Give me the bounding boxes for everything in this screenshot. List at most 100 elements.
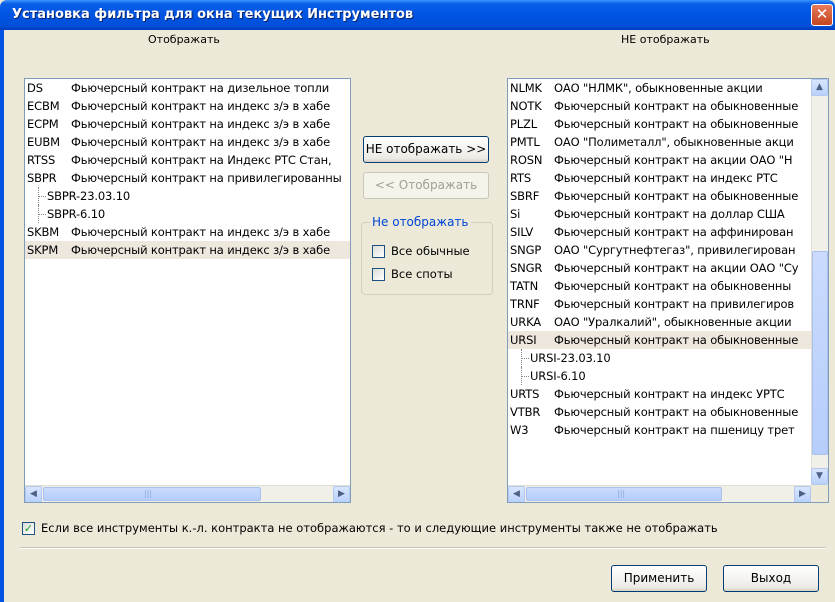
instrument-description: Фьючерсный контракт на акции ОАО "Су: [554, 261, 799, 275]
list-item[interactable]: SKPM Фьючерсный контракт на индекс з/э в …: [25, 241, 350, 259]
close-button[interactable]: ✕: [811, 4, 833, 26]
hidden-instruments-list[interactable]: NLMK ОАО "НЛМК", обыкновенные акции NOTK Фь…: [507, 78, 829, 503]
list-item[interactable]: SNGR Фьючерсный контракт на акции ОАО "Су: [508, 259, 811, 277]
list-item[interactable]: ECPM Фьючерсный контракт на индекс з/э в …: [25, 115, 350, 133]
instrument-description: Фьючерсный контракт на индекс з/э в хабе: [71, 135, 330, 149]
instrument-description: Фьючерсный контракт на привилегиров: [554, 297, 794, 311]
instrument-code: W3: [510, 423, 529, 437]
list-item[interactable]: W3 Фьючерсный контракт на пшеницу трет: [508, 421, 811, 439]
instrument-code: URSI-23.03.10: [530, 351, 611, 365]
hidden-list-hscrollbar[interactable]: ◀ ||| ▶: [508, 485, 811, 502]
hidden-list-vscrollbar[interactable]: ▲ ▼: [811, 79, 828, 485]
close-icon: ✕: [815, 5, 829, 23]
instrument-description: Фьючерсный контракт на акции ОАО "Н: [554, 153, 793, 167]
footer-divider: [20, 547, 826, 549]
list-item[interactable]: DS Фьючерсный контракт на дизельное топли: [25, 79, 350, 97]
instrument-code: NLMK: [510, 81, 542, 95]
tree-child-item[interactable]: SBPR-6.10: [25, 205, 350, 223]
instrument-code: VTBR: [510, 405, 541, 419]
instrument-code: PLZL: [510, 117, 538, 131]
list-item[interactable]: SILV Фьючерсный контракт на аффинирован: [508, 223, 811, 241]
list-item[interactable]: PLZL Фьючерсный контракт на обыкновенные: [508, 115, 811, 133]
instrument-description: Фьючерсный контракт на индекс РТС: [554, 171, 778, 185]
list-item[interactable]: SBPR Фьючерсный контракт на привилегирова…: [25, 169, 350, 187]
instrument-code: RTS: [510, 171, 532, 185]
instrument-code: SKPM: [27, 243, 59, 257]
exit-button[interactable]: Выход: [723, 565, 819, 592]
tree-child-item[interactable]: URSI-23.03.10: [508, 349, 811, 367]
tree-child-item[interactable]: SBPR-23.03.10: [25, 187, 350, 205]
list-item[interactable]: SNGP ОАО "Сургутнефтегаз", привилегирован: [508, 241, 811, 259]
instrument-description: Фьючерсный контракт на обыкновенные: [554, 189, 799, 203]
all-regular-label: Все обычные: [391, 244, 470, 258]
scroll-right-icon[interactable]: ▶: [794, 486, 811, 502]
list-item[interactable]: EUBM Фьючерсный контракт на индекс з/э в …: [25, 133, 350, 151]
hidden-list-label: НЕ отображать: [621, 33, 710, 46]
scroll-left-icon[interactable]: ◀: [508, 486, 525, 502]
all-regular-checkbox[interactable]: [372, 244, 385, 258]
hscroll-thumb[interactable]: |||: [43, 487, 261, 501]
instrument-description: Фьючерсный контракт на индекс з/э в хабе: [71, 99, 330, 113]
list-item[interactable]: ECBM Фьючерсный контракт на индекс з/э в …: [25, 97, 350, 115]
scroll-down-icon[interactable]: ▼: [811, 468, 828, 485]
show-button[interactable]: << Отображать: [363, 172, 489, 199]
all-regular-option[interactable]: Все обычные: [372, 244, 470, 258]
list-item[interactable]: SKBM Фьючерсный контракт на индекс з/э в …: [25, 223, 350, 241]
instrument-description: Фьючерсный контракт на дизельное топли: [71, 81, 330, 95]
tree-child-item[interactable]: URSI-6.10: [508, 367, 811, 385]
scroll-up-icon[interactable]: ▲: [811, 79, 828, 96]
list-item[interactable]: URTS Фьючерсный контракт на индекс УРТС: [508, 385, 811, 403]
list-item[interactable]: VTBR Фьючерсный контракт на обыкновенные: [508, 403, 811, 421]
list-item[interactable]: TRNF Фьючерсный контракт на привилегиров: [508, 295, 811, 313]
instrument-code: SILV: [510, 225, 534, 239]
scroll-right-icon[interactable]: ▶: [333, 486, 350, 502]
instrument-code: SNGR: [510, 261, 543, 275]
list-item[interactable]: PMTL ОАО "Полиметалл", обыкновенные акци: [508, 133, 811, 151]
list-item[interactable]: NLMK ОАО "НЛМК", обыкновенные акции: [508, 79, 811, 97]
window-frame: [0, 30, 4, 602]
title-bar[interactable]: Установка фильтра для окна текущих Инстр…: [0, 0, 835, 30]
instrument-code: URSI: [510, 333, 537, 347]
instrument-description: Фьючерсный контракт на пшеницу трет: [554, 423, 795, 437]
instrument-description: Фьючерсный контракт на Индекс РТС Стан,: [71, 153, 332, 167]
list-item[interactable]: URKA ОАО "Уралкалий", обыкновенные акции: [508, 313, 811, 331]
instrument-code: NOTK: [510, 99, 542, 113]
all-spots-label: Все споты: [391, 267, 453, 281]
instrument-code: TRNF: [510, 297, 540, 311]
apply-button[interactable]: Применить: [611, 565, 707, 592]
instrument-code: SBPR-6.10: [47, 207, 106, 221]
list-item[interactable]: NOTK Фьючерсный контракт на обыкновенные: [508, 97, 811, 115]
shown-list-hscrollbar[interactable]: ◀ ||| ▶: [25, 485, 350, 502]
instrument-description: ОАО "Сургутнефтегаз", привилегирован: [554, 243, 796, 257]
shown-instruments-list[interactable]: DS Фьючерсный контракт на дизельное топли…: [24, 78, 351, 503]
instrument-description: Фьючерсный контракт на индекс з/э в хабе: [71, 243, 330, 257]
hscroll-thumb[interactable]: |||: [526, 487, 722, 501]
list-item[interactable]: ROSN Фьючерсный контракт на акции ОАО "Н: [508, 151, 811, 169]
grip-icon: |||: [617, 489, 626, 498]
hide-following-option[interactable]: ✓ Если все инструменты к.-л. контракта н…: [22, 521, 718, 535]
all-spots-checkbox[interactable]: [372, 267, 385, 281]
instrument-code: PMTL: [510, 135, 540, 149]
hide-following-checkbox[interactable]: ✓: [22, 521, 35, 535]
all-spots-option[interactable]: Все споты: [372, 267, 453, 281]
scroll-left-icon[interactable]: ◀: [25, 486, 42, 502]
list-item[interactable]: RTSS Фьючерсный контракт на Индекс РТС Ст…: [25, 151, 350, 169]
list-item[interactable]: SBRF Фьючерсный контракт на обыкновенные: [508, 187, 811, 205]
instrument-code: ECPM: [27, 117, 59, 131]
instrument-description: Фьючерсный контракт на аффинирован: [554, 225, 794, 239]
hide-button[interactable]: НЕ отображать >>: [363, 136, 489, 163]
instrument-code: SNGP: [510, 243, 542, 257]
list-item[interactable]: RTS Фьючерсный контракт на индекс РТС: [508, 169, 811, 187]
vscroll-thumb[interactable]: [812, 251, 828, 455]
list-item[interactable]: URSI Фьючерсный контракт на обыкновенные: [508, 331, 811, 349]
instrument-description: Фьючерсный контракт на обыкновенные: [554, 117, 799, 131]
instrument-code: URKA: [510, 315, 542, 329]
list-item[interactable]: TATN Фьючерсный контракт на обыкновенны: [508, 277, 811, 295]
shown-list-rows: DS Фьючерсный контракт на дизельное топли…: [25, 79, 350, 485]
list-item[interactable]: Si Фьючерсный контракт на доллар США: [508, 205, 811, 223]
shown-list-label: Отображать: [148, 33, 220, 46]
hide-group-title: Не отображать: [370, 215, 471, 229]
instrument-description: Фьючерсный контракт на обыкновенные: [554, 405, 799, 419]
instrument-code: ROSN: [510, 153, 543, 167]
instrument-description: ОАО "Уралкалий", обыкновенные акции: [554, 315, 792, 329]
